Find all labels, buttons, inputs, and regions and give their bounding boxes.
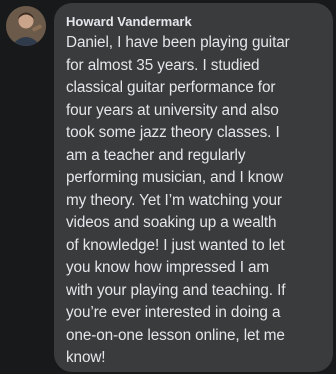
comment-text: Daniel, I have been playing guitar for a… [66, 34, 290, 366]
comment-bubble: Howard Vandermark Daniel, I have been pl… [54, 3, 333, 372]
comment-author-name[interactable]: Howard Vandermark [66, 14, 321, 30]
avatar-photo [6, 6, 46, 46]
author-avatar[interactable] [6, 6, 46, 46]
